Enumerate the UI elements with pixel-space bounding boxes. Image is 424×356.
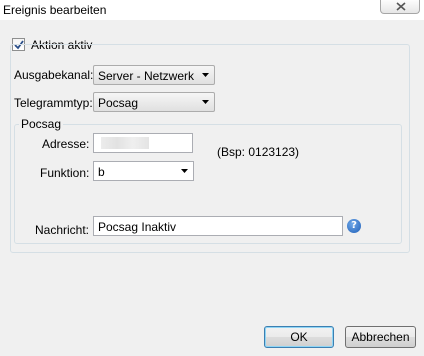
nachricht-label: Nachricht: (35, 223, 90, 237)
cancel-button[interactable]: Abbrechen (345, 326, 416, 348)
telegrammtyp-value: Pocsag (98, 96, 139, 110)
adresse-hint: (Bsp: 0123123) (217, 145, 300, 159)
close-icon (396, 2, 406, 11)
window-title: Ereignis bearbeiten (3, 3, 107, 17)
help-icon[interactable]: ? (347, 219, 361, 233)
ausgabekanal-label: Ausgabekanal: (14, 68, 94, 82)
chevron-down-icon (202, 100, 209, 104)
funktion-label: Funktion: (40, 166, 90, 180)
pocsag-legend: Pocsag (19, 117, 64, 131)
chevron-down-icon (181, 169, 188, 173)
close-button[interactable] (380, 0, 420, 14)
ok-button[interactable]: OK (264, 326, 334, 348)
adresse-label: Adresse: (42, 137, 90, 151)
title-bar: Ereignis bearbeiten (0, 0, 424, 20)
ausgabekanal-select[interactable]: Server - Netzwerk (93, 65, 215, 85)
funktion-select[interactable]: b (93, 161, 194, 181)
telegrammtyp-label: Telegrammtyp: (14, 96, 93, 110)
chevron-down-icon (202, 73, 209, 77)
funktion-value: b (98, 165, 105, 179)
ausgabekanal-value: Server - Netzwerk (98, 69, 195, 83)
adresse-input[interactable] (93, 133, 193, 153)
nachricht-value: Pocsag Inaktiv (98, 220, 177, 234)
adresse-masked-value (101, 137, 149, 149)
telegrammtyp-select[interactable]: Pocsag (93, 92, 215, 112)
nachricht-input[interactable]: Pocsag Inaktiv (93, 216, 343, 236)
